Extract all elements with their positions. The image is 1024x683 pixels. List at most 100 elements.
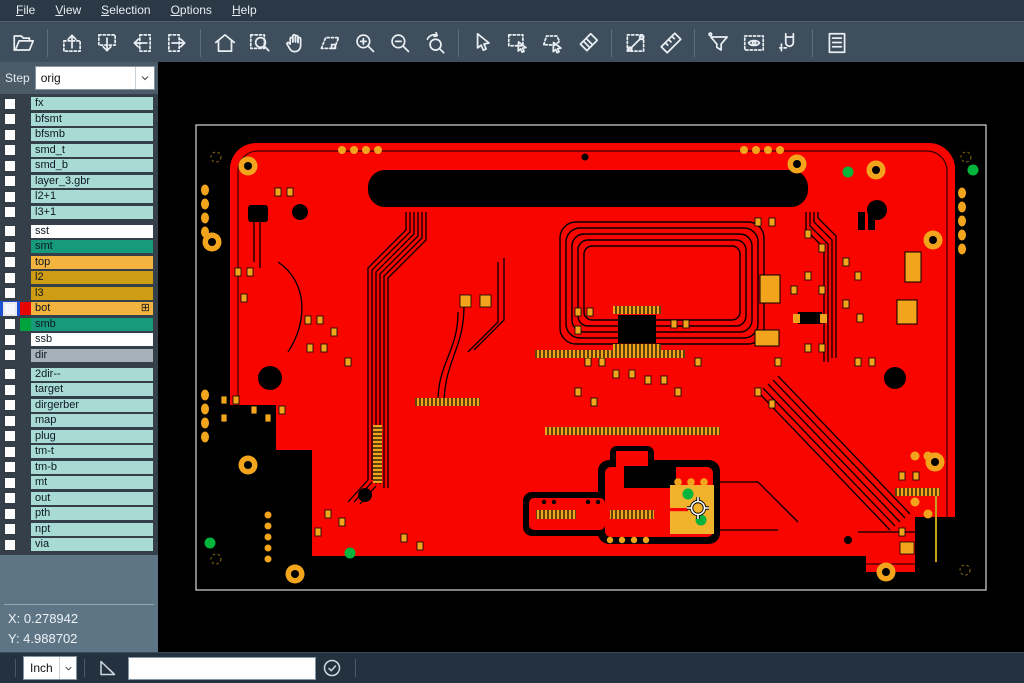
- menu-options[interactable]: Options: [161, 1, 222, 20]
- layer-row-l2+1[interactable]: l2+1: [0, 189, 158, 204]
- layer-name[interactable]: via: [31, 538, 153, 551]
- menu-selection[interactable]: Selection: [91, 1, 160, 20]
- layer-row-plug[interactable]: plug: [0, 429, 158, 444]
- layer-visibility-checkbox[interactable]: [0, 112, 20, 127]
- layer-row-sst[interactable]: sst: [0, 224, 158, 239]
- zoom-dynamic-button[interactable]: [312, 26, 347, 60]
- layer-name[interactable]: dirgerber: [31, 399, 153, 412]
- layer-name[interactable]: l3: [31, 287, 153, 300]
- report-list-button[interactable]: [819, 26, 854, 60]
- layer-visibility-checkbox[interactable]: [0, 224, 20, 239]
- layer-row-smb[interactable]: smb: [0, 317, 158, 332]
- layer-visibility-checkbox[interactable]: [0, 317, 20, 332]
- layer-name[interactable]: smd_b: [31, 159, 153, 172]
- layer-visibility-checkbox[interactable]: [0, 143, 20, 158]
- layer-name[interactable]: target: [31, 383, 153, 396]
- clear-brush-button[interactable]: [570, 26, 605, 60]
- select-polygon-button[interactable]: [535, 26, 570, 60]
- layer-row-l3+1[interactable]: l3+1: [0, 205, 158, 220]
- layer-visibility-checkbox[interactable]: [0, 174, 20, 189]
- select-rectangle-button[interactable]: [500, 26, 535, 60]
- step-dropdown[interactable]: orig: [35, 66, 155, 90]
- layer-name[interactable]: map: [31, 414, 153, 427]
- layer-row-smd_b[interactable]: smd_b: [0, 158, 158, 173]
- apply-refresh-icon[interactable]: [320, 656, 344, 680]
- layer-row-ssb[interactable]: ssb: [0, 332, 158, 347]
- layer-visibility-checkbox[interactable]: [0, 127, 20, 142]
- layer-name[interactable]: fx: [31, 97, 153, 110]
- layer-visibility-checkbox[interactable]: [0, 301, 20, 316]
- layer-row-pth[interactable]: pth: [0, 506, 158, 521]
- layer-row-bfsmb[interactable]: bfsmb: [0, 127, 158, 142]
- layer-name[interactable]: dir: [31, 349, 153, 362]
- command-input[interactable]: [128, 657, 316, 680]
- chevron-down-icon[interactable]: [59, 657, 76, 679]
- select-cursor-button[interactable]: [465, 26, 500, 60]
- nudge-up-button[interactable]: [54, 26, 89, 60]
- layer-row-mt[interactable]: mt: [0, 475, 158, 490]
- layer-name[interactable]: bfsmb: [31, 128, 153, 141]
- layer-name[interactable]: mt: [31, 476, 153, 489]
- layer-visibility-checkbox[interactable]: [0, 506, 20, 521]
- layer-name[interactable]: layer_3.gbr: [31, 175, 153, 188]
- open-folder-button[interactable]: [6, 26, 41, 60]
- layer-name[interactable]: top: [31, 256, 153, 269]
- layer-row-map[interactable]: map: [0, 413, 158, 428]
- layer-name[interactable]: tm-b: [31, 461, 153, 474]
- layer-visibility-checkbox[interactable]: [0, 332, 20, 347]
- chevron-down-icon[interactable]: [135, 67, 154, 89]
- layer-row-top[interactable]: top: [0, 255, 158, 270]
- layer-name[interactable]: ssb: [31, 333, 153, 346]
- layer-name[interactable]: bot⊞: [31, 302, 153, 315]
- zoom-out-button[interactable]: [382, 26, 417, 60]
- angle-tool-icon[interactable]: [96, 656, 120, 680]
- layer-row-via[interactable]: via: [0, 537, 158, 552]
- measure-ruler-button[interactable]: [653, 26, 688, 60]
- pcb-canvas[interactable]: [158, 62, 1024, 653]
- menu-file[interactable]: File: [6, 1, 45, 20]
- layer-name[interactable]: smd_t: [31, 144, 153, 157]
- layer-visibility-checkbox[interactable]: [0, 239, 20, 254]
- menu-view[interactable]: View: [45, 1, 91, 20]
- zoom-in-button[interactable]: [347, 26, 382, 60]
- layer-row-smt[interactable]: smt: [0, 239, 158, 254]
- layer-name[interactable]: sst: [31, 225, 153, 238]
- layer-row-l3[interactable]: l3: [0, 286, 158, 301]
- layer-visibility-checkbox[interactable]: [0, 270, 20, 285]
- layer-visibility-checkbox[interactable]: [0, 475, 20, 490]
- layer-name[interactable]: smb: [31, 318, 153, 331]
- layer-visibility-checkbox[interactable]: [0, 537, 20, 552]
- layer-visibility-checkbox[interactable]: [0, 348, 20, 363]
- layer-visibility-checkbox[interactable]: [0, 382, 20, 397]
- layer-name[interactable]: out: [31, 492, 153, 505]
- layer-row-bfsmt[interactable]: bfsmt: [0, 112, 158, 127]
- layer-name[interactable]: npt: [31, 523, 153, 536]
- layer-row-bot[interactable]: bot⊞: [0, 301, 158, 316]
- layer-visibility-checkbox[interactable]: [0, 444, 20, 459]
- filter-button[interactable]: [701, 26, 736, 60]
- layer-visibility-checkbox[interactable]: [0, 96, 20, 111]
- layer-name[interactable]: bfsmt: [31, 113, 153, 126]
- layer-name[interactable]: plug: [31, 430, 153, 443]
- menu-help[interactable]: Help: [222, 1, 267, 20]
- layer-visibility-checkbox[interactable]: [0, 413, 20, 428]
- unit-dropdown[interactable]: Inch: [23, 656, 77, 680]
- layer-row-tm-b[interactable]: tm-b: [0, 460, 158, 475]
- layer-visibility-checkbox[interactable]: [0, 158, 20, 173]
- layer-row-out[interactable]: out: [0, 491, 158, 506]
- layer-row-fx[interactable]: fx: [0, 96, 158, 111]
- layer-row-tm-t[interactable]: tm-t: [0, 444, 158, 459]
- layer-visibility-checkbox[interactable]: [0, 491, 20, 506]
- layer-visibility-checkbox[interactable]: [0, 398, 20, 413]
- layer-visibility-checkbox[interactable]: [0, 429, 20, 444]
- layer-visibility-checkbox[interactable]: [0, 189, 20, 204]
- layer-row-l2[interactable]: l2: [0, 270, 158, 285]
- layer-row-dirgerber[interactable]: dirgerber: [0, 398, 158, 413]
- layer-name[interactable]: tm-t: [31, 445, 153, 458]
- zoom-window-button[interactable]: [242, 26, 277, 60]
- zoom-previous-button[interactable]: [417, 26, 452, 60]
- layer-row-target[interactable]: target: [0, 382, 158, 397]
- layer-name[interactable]: l2+1: [31, 190, 153, 203]
- home-view-button[interactable]: [207, 26, 242, 60]
- nudge-right-button[interactable]: [159, 26, 194, 60]
